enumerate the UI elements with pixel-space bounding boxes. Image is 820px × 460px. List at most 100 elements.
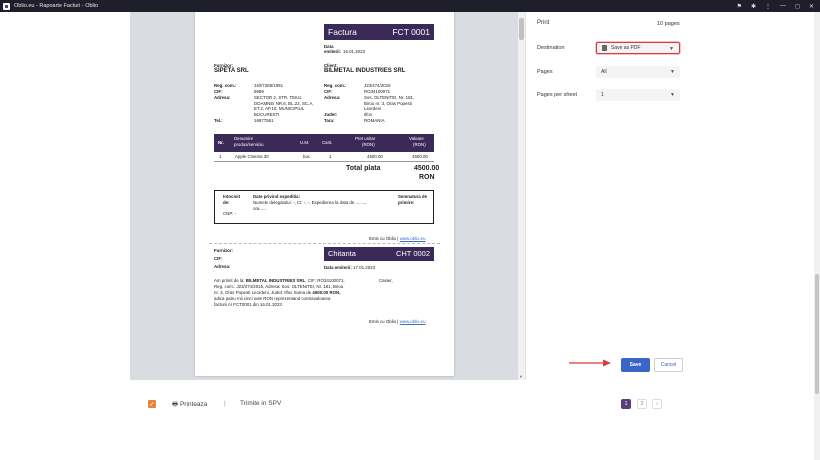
window-controls: ⚑ ✱ ⋮ — ◻ ✕ [737, 0, 814, 12]
print-label: Printeaza [179, 401, 208, 408]
receipt-text-4: adica patru mii cinci sute RON reprezent… [214, 296, 331, 301]
toolbar-divider: | [224, 400, 226, 407]
col-um: U.M. [300, 140, 310, 145]
receipt-text-1a: Am primit de la: [214, 278, 245, 283]
client-name: BILMETAL INDUSTRIES SRL [324, 68, 406, 74]
supplier-cif: 9689 [254, 89, 264, 94]
receipt-footer: Emis cu Oblio | www.oblio.eu [369, 319, 426, 325]
total-value: 4500.00 [414, 165, 440, 172]
total-currency: RON [419, 174, 435, 181]
page-separator [209, 243, 440, 244]
receipt-text-5: facturii nr FCT0001 din 16.01.2023 [214, 302, 282, 307]
select-checkbox[interactable]: ✓ [148, 400, 156, 408]
page-background-left [0, 12, 130, 380]
invoice-title: Factura [328, 26, 357, 37]
client-country: ROMANIA [364, 118, 385, 123]
supplier-reg-label: Reg. com.: [214, 83, 237, 88]
signature-label-2: primire: [398, 200, 415, 205]
scroll-down-icon[interactable]: ▼ [519, 374, 523, 379]
receipt-payer: BILMETAL INDUSTRIES SRL [245, 278, 306, 283]
receipt-text-2: Reg. com.: J23/474/2015, Adresa: Sos. OL… [214, 284, 344, 289]
invoice-date-label-2: emiterii: [324, 49, 342, 54]
preview-scrollbar-thumb[interactable] [519, 18, 524, 40]
shipping-text-2: ora ..... [253, 206, 267, 211]
receipt-amount: 4500.00 RON, [312, 290, 341, 295]
preview-scrollbar[interactable]: ▼ [518, 12, 525, 380]
destination-select[interactable]: Save as PDF ▼ [596, 42, 680, 54]
window-titlebar: Oblio.eu - Rapoarte Facturi - Oblio ⚑ ✱ … [0, 0, 820, 12]
receipt-text-3a: nr. 3, Oras Popesti Leordeni, Judet: Ilf… [214, 290, 312, 295]
client-county-label: Judet: [324, 112, 338, 117]
receipt-text-3: nr. 3, Oras Popesti Leordeni, Judet: Ilf… [214, 290, 340, 296]
client-cif: RO34100071 [364, 89, 391, 94]
col-price-1: Pret unitar [355, 136, 376, 141]
client-reg: J23/474/2015 [364, 83, 391, 88]
send-spv-button[interactable]: Trimite in SPV [240, 400, 281, 407]
shipping-label: Date privind expeditia: [253, 194, 301, 199]
col-name-1: Denumire [234, 136, 254, 141]
pages-per-sheet-select[interactable]: 1 ▼ [596, 89, 680, 101]
page-2-button[interactable]: 2 [637, 399, 647, 409]
invoice-footer-link[interactable]: www.oblio.eu [400, 236, 426, 241]
invoice-preview-page: Factura FCT 0001 Data emiterii: 16.01.20… [195, 12, 454, 376]
pages-per-sheet-value: 1 [601, 92, 604, 98]
total-label: Total plata [346, 165, 381, 172]
col-qty: Cant. [322, 140, 333, 145]
col-nr: Nr. [218, 140, 224, 145]
oblio-logo-icon [3, 2, 10, 10]
supplier-cif-label: CIF: [214, 89, 223, 94]
close-icon[interactable]: ✕ [809, 3, 814, 10]
invoice-footer: Emis cu Oblio | www.oblio.eu [369, 236, 426, 242]
maximize-icon[interactable]: ◻ [795, 3, 800, 10]
client-county: Ilfov [364, 112, 373, 117]
pages-per-sheet-label: Pages per sheet [537, 92, 578, 98]
next-page-icon[interactable]: › [652, 399, 662, 409]
receipt-footer-link[interactable]: www.oblio.eu [400, 319, 426, 324]
extension-icon[interactable]: ⚑ [737, 3, 742, 10]
receipt-date: Data emiterii: 17.01.2023 [324, 265, 375, 271]
invoice-date-value: 16.01.2023 [343, 49, 365, 54]
destination-label: Destination [537, 45, 565, 51]
client-reg-label: Reg. com.: [324, 83, 347, 88]
print-action[interactable]: 🖶 Printeaza [172, 400, 207, 411]
menu-icon[interactable]: ⋮ [765, 3, 771, 10]
receipt-title-bar: Chitanta CHT 0002 [324, 247, 434, 261]
page-1-button[interactable]: 1 [621, 399, 631, 409]
receipt-cashier: Casier, [379, 278, 393, 283]
page-scrollbar-thumb[interactable] [815, 274, 819, 394]
row-price: 4500.00 [367, 154, 383, 159]
invoice-number: FCT 0001 [392, 26, 430, 37]
client-addr-3: Leordeni [364, 106, 382, 111]
col-value-2: (RON) [413, 142, 426, 147]
supplier-name: SIPETA SRL [214, 68, 249, 74]
puzzle-icon[interactable]: ✱ [751, 3, 756, 10]
cancel-button[interactable]: Cancel [654, 358, 683, 372]
cnp-text: CNP: - [223, 211, 237, 216]
client-country-label: Tara: [324, 118, 335, 123]
receipt-number: CHT 0002 [395, 249, 430, 259]
pages-select[interactable]: All ▼ [596, 66, 680, 78]
row-value: 4500.00 [412, 154, 428, 159]
page-scrollbar[interactable] [814, 12, 820, 460]
signature-label: Semnatura de [398, 194, 428, 199]
chevron-down-icon: ▼ [670, 69, 675, 75]
supplier-addr-label: Adresa: [214, 95, 231, 100]
receipt-date-value: 17.01.2023 [353, 265, 376, 270]
receipt-text-1: Am primit de la: BILMETAL INDUSTRIES SRL… [214, 278, 345, 284]
invoice-footer-text: Emis cu Oblio | [369, 236, 399, 241]
supplier-tel: 16877561 [254, 118, 274, 123]
row-divider [214, 161, 434, 162]
minimize-icon[interactable]: — [780, 3, 786, 9]
supplier-addr-4: BUCURESTI [254, 111, 280, 117]
issued-by-label: Intocmit [223, 194, 241, 199]
print-title: Print [537, 20, 550, 26]
chevron-down-icon: ▼ [670, 92, 675, 98]
receipt-footer-text: Emis cu Oblio | [369, 319, 399, 324]
shipping-box: Intocmit de: CNP: - Date privind expedit… [214, 190, 434, 224]
chevron-down-icon: ▼ [669, 46, 674, 52]
window-title: Oblio.eu - Rapoarte Facturi - Oblio [14, 3, 99, 9]
row-nr: 1 [219, 154, 222, 159]
row-qty: 1 [329, 154, 332, 159]
print-settings-panel: Print 10 pages Destination Save as PDF ▼… [525, 12, 688, 380]
save-button[interactable]: Save [621, 358, 650, 372]
